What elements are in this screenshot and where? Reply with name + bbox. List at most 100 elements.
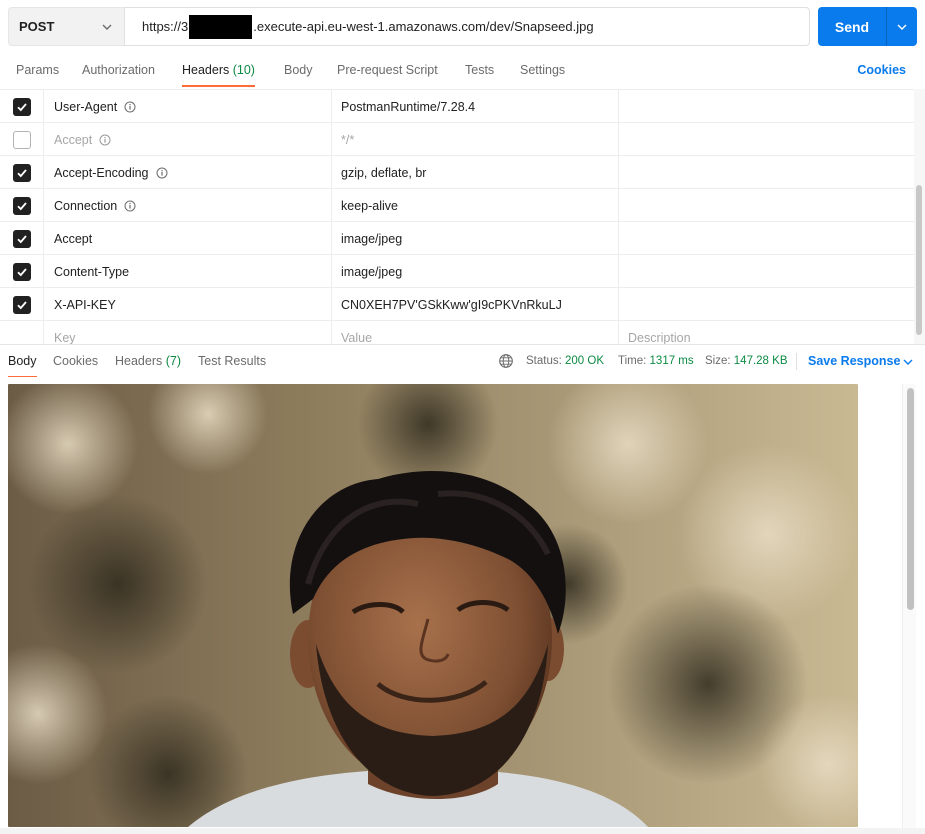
tab-label: Tests [465,63,495,77]
header-checkbox-cell [0,189,44,222]
header-checkbox-cell [0,222,44,255]
header-checkbox-cell [0,321,44,344]
header-description-cell[interactable] [619,222,914,255]
header-checkbox-cell [0,90,44,123]
info-icon[interactable] [124,101,136,113]
new-header-value-input[interactable]: Value [332,321,619,344]
new-header-description-input[interactable]: Description [619,321,914,345]
new-header-key-input[interactable]: Key [44,321,332,344]
key-placeholder: Key [54,330,76,345]
url-prefix: https://3 [142,19,189,34]
headers-scrollbar-thumb[interactable] [916,185,922,335]
header-description-cell[interactable] [619,156,914,189]
header-value-cell[interactable]: image/jpeg [332,255,619,288]
header-checkbox[interactable] [12,295,31,314]
tab-count: (10) [232,63,255,77]
header-value-cell[interactable]: keep-alive [332,189,619,222]
header-key-cell[interactable]: Connection [44,189,332,222]
status-label: Status: [526,355,562,367]
header-checkbox[interactable] [12,97,31,116]
header-value: image/jpeg [341,231,403,246]
header-description-cell[interactable] [619,189,914,222]
header-key: Accept [54,132,93,147]
send-button[interactable]: Send [818,7,917,46]
header-description-cell[interactable] [619,255,914,288]
size-label: Size: [705,355,731,367]
info-icon[interactable] [156,167,168,179]
method-select[interactable]: POST [8,7,124,46]
tab-pre-request-script[interactable]: Pre-request Script [337,52,438,88]
tab-label: Settings [520,63,566,77]
header-value-cell[interactable]: PostmanRuntime/7.28.4 [332,90,619,123]
url-input[interactable]: https://3 .execute-api.eu-west-1.amazonaw… [124,7,810,46]
tab-label: Headers [115,354,163,368]
header-checkbox[interactable] [12,130,31,149]
time-readout[interactable]: Time: 1317 ms [618,345,694,378]
info-icon[interactable] [124,200,136,212]
tab-authorization[interactable]: Authorization [82,52,155,88]
globe-icon[interactable] [498,353,514,369]
tab-label: Pre-request Script [337,63,438,77]
header-row-new: Key Value Description [0,320,914,344]
header-key: X-API-KEY [54,297,116,312]
info-icon[interactable] [99,134,111,146]
send-options-button[interactable] [887,20,917,34]
header-key-cell[interactable]: Accept [44,123,332,156]
value-placeholder: Value [341,330,373,345]
response-tab-body[interactable]: Body [8,345,37,378]
tab-label: Params [16,63,60,77]
header-value-cell[interactable]: CN0XEH7PV'GSkKww'gI9cPKVnRkuLJ [332,288,619,321]
response-tab-test-results[interactable]: Test Results [198,345,266,378]
bottom-edge [0,828,925,834]
tab-count: (7) [165,354,182,368]
response-scrollbar[interactable] [902,384,916,828]
tab-tests[interactable]: Tests [465,52,494,88]
header-value: image/jpeg [341,264,403,279]
chevron-down-icon[interactable] [901,355,915,369]
cookies-link[interactable]: Cookies [857,52,906,88]
header-checkbox[interactable] [12,163,31,182]
save-response-button[interactable]: Save Response [808,345,900,378]
header-value: PostmanRuntime/7.28.4 [341,99,476,114]
checkmark-icon [16,234,27,243]
header-key-cell[interactable]: X-API-KEY [44,288,332,321]
response-divider [796,353,797,370]
method-label: POST [19,19,55,34]
header-description-cell[interactable] [619,288,914,321]
description-placeholder: Description [628,330,691,345]
header-description-cell[interactable] [619,123,914,156]
headers-scrollbar[interactable] [914,89,925,344]
header-key: Accept-Encoding [54,165,149,180]
header-value-cell[interactable]: image/jpeg [332,222,619,255]
header-key: Content-Type [54,264,130,279]
status-readout[interactable]: Status: 200 OK [526,345,604,378]
tab-settings[interactable]: Settings [520,52,565,88]
header-value-cell[interactable]: */* [332,123,619,156]
header-key-cell[interactable]: User-Agent [44,90,332,123]
header-row: Connection keep-alive [0,188,914,222]
response-tab-headers[interactable]: Headers (7) [115,345,181,378]
send-label: Send [834,18,870,35]
checkmark-icon [16,102,27,111]
header-value-cell[interactable]: gzip, deflate, br [332,156,619,189]
header-key: Accept [54,231,93,246]
header-checkbox[interactable] [12,229,31,248]
time-label: Time: [618,355,647,367]
header-key-cell[interactable]: Content-Type [44,255,332,288]
header-key-cell[interactable]: Accept-Encoding [44,156,332,189]
url-suffix: .execute-api.eu-west-1.amazonaws.com/dev… [253,19,594,34]
response-image [8,384,858,827]
header-key-cell[interactable]: Accept [44,222,332,255]
tab-headers[interactable]: Headers (10) [182,52,255,88]
response-tab-cookies[interactable]: Cookies [53,345,98,378]
header-checkbox[interactable] [12,196,31,215]
header-description-cell[interactable] [619,90,914,123]
chevron-down-icon [102,24,112,30]
size-readout[interactable]: Size: 147.28 KB [705,345,788,378]
header-checkbox[interactable] [12,262,31,281]
tab-params[interactable]: Params [16,52,59,88]
response-scrollbar-thumb[interactable] [907,388,914,610]
header-checkbox-cell [0,288,44,321]
header-key: User-Agent [54,99,118,114]
tab-body[interactable]: Body [284,52,313,88]
